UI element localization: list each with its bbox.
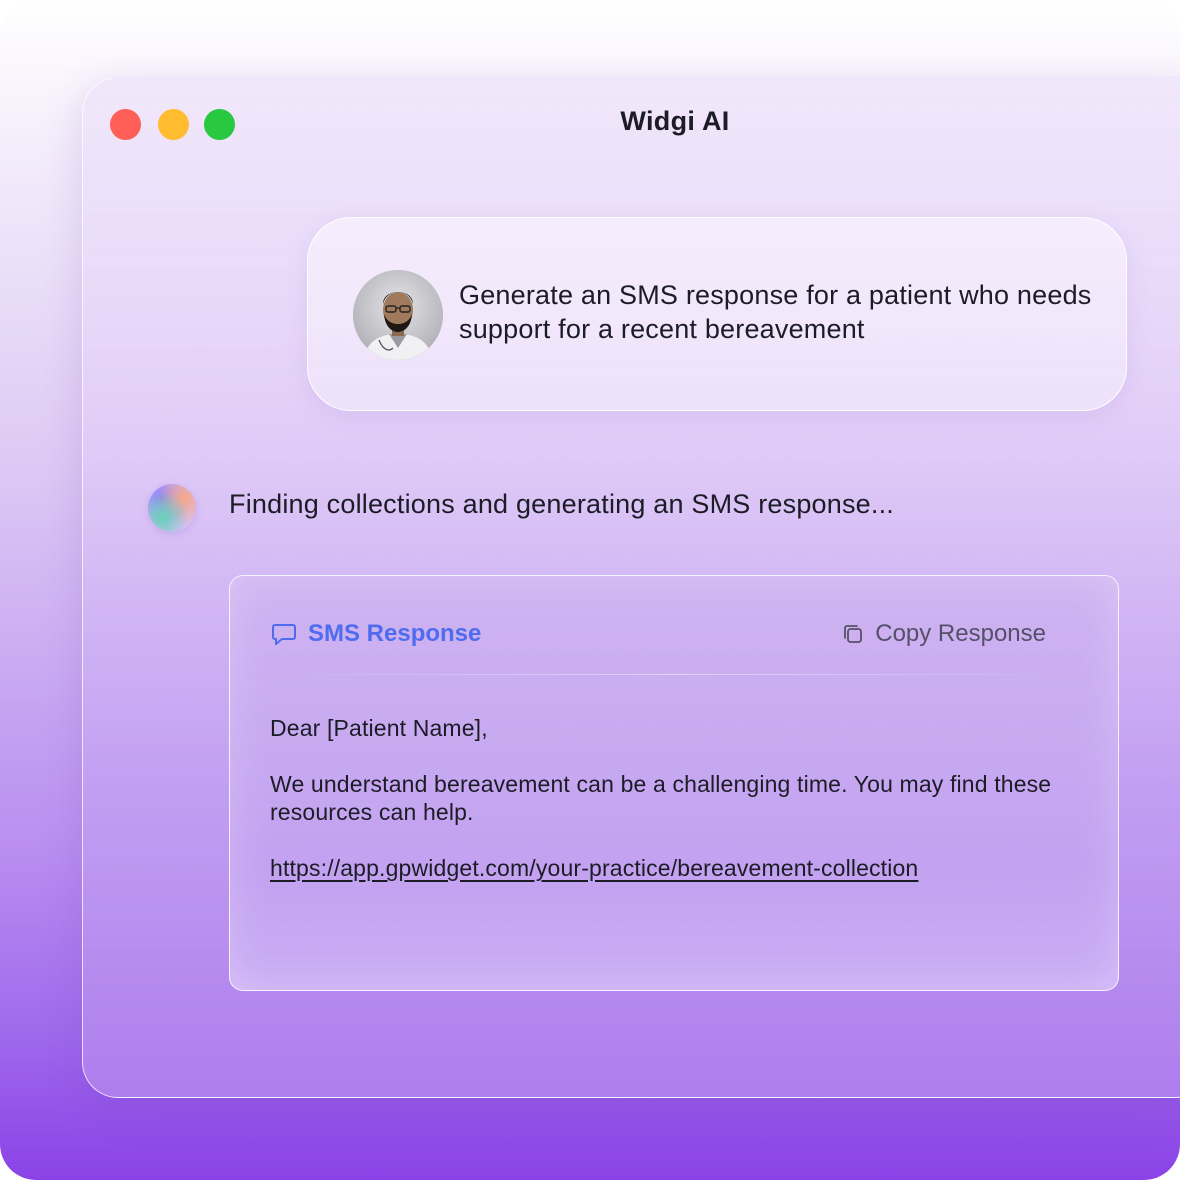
user-avatar-photo	[353, 270, 443, 360]
sms-greeting: Dear [Patient Name],	[270, 715, 488, 741]
chat-bubble-icon	[272, 624, 296, 645]
copy-icon	[844, 625, 863, 643]
sms-response-card: SMS Response Copy Response Dear [Patient…	[229, 575, 1119, 991]
sms-message-body: Dear [Patient Name], We understand berea…	[270, 714, 1070, 910]
app-window: Widgi AI Generate an SMS response for a …	[82, 77, 1180, 1098]
card-header: SMS Response Copy Response	[230, 576, 1118, 676]
ai-orb-icon	[148, 484, 196, 532]
window-title: Widgi AI	[620, 106, 730, 136]
copy-response-label: Copy Response	[875, 620, 1046, 647]
sms-body-text: We understand bereavement can be a chall…	[270, 771, 1052, 825]
assistant-status-text: Finding collections and generating an SM…	[229, 489, 894, 519]
resource-link[interactable]: https://app.gpwidget.com/your-practice/b…	[270, 855, 918, 881]
tab-sms-response[interactable]: SMS Response	[270, 620, 481, 648]
user-message-text: Generate an SMS response for a patient w…	[459, 280, 1092, 344]
card-divider	[270, 674, 1078, 675]
sms-tab-label: SMS Response	[308, 620, 482, 647]
user-message-bubble: Generate an SMS response for a patient w…	[307, 217, 1127, 411]
background: Widgi AI Generate an SMS response for a …	[0, 0, 1180, 1180]
user-avatar	[353, 270, 443, 360]
copy-response-button[interactable]: Copy Response	[841, 620, 1046, 648]
